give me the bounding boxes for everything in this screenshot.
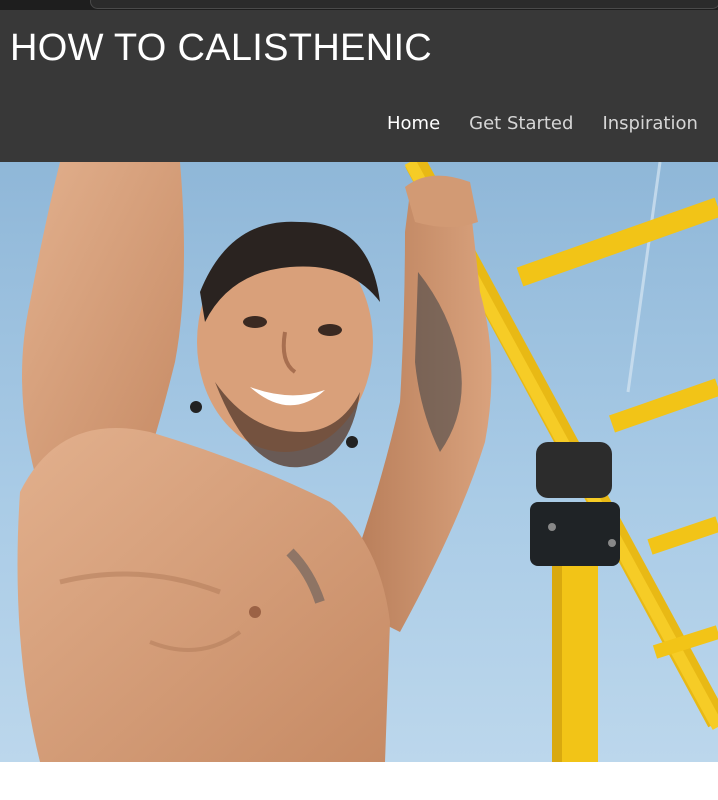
page-content-start	[0, 762, 718, 800]
address-bar[interactable]	[90, 0, 718, 9]
torso	[17, 428, 390, 762]
browser-chrome-strip	[0, 0, 718, 10]
site-header: HOW TO CALISTHENIC Home Get Started Insp…	[0, 10, 718, 162]
main-nav: Home Get Started Inspiration	[387, 112, 718, 136]
contrail	[626, 162, 662, 393]
site-title[interactable]: HOW TO CALISTHENIC	[10, 27, 432, 70]
nav-inspiration-link[interactable]: Inspiration	[602, 112, 697, 136]
nav-get-started-link[interactable]: Get Started	[469, 112, 573, 136]
nav-home-link[interactable]: Home	[387, 112, 440, 136]
hero-image	[0, 162, 718, 762]
hero-photo-illustration	[17, 162, 718, 762]
head	[190, 221, 380, 468]
